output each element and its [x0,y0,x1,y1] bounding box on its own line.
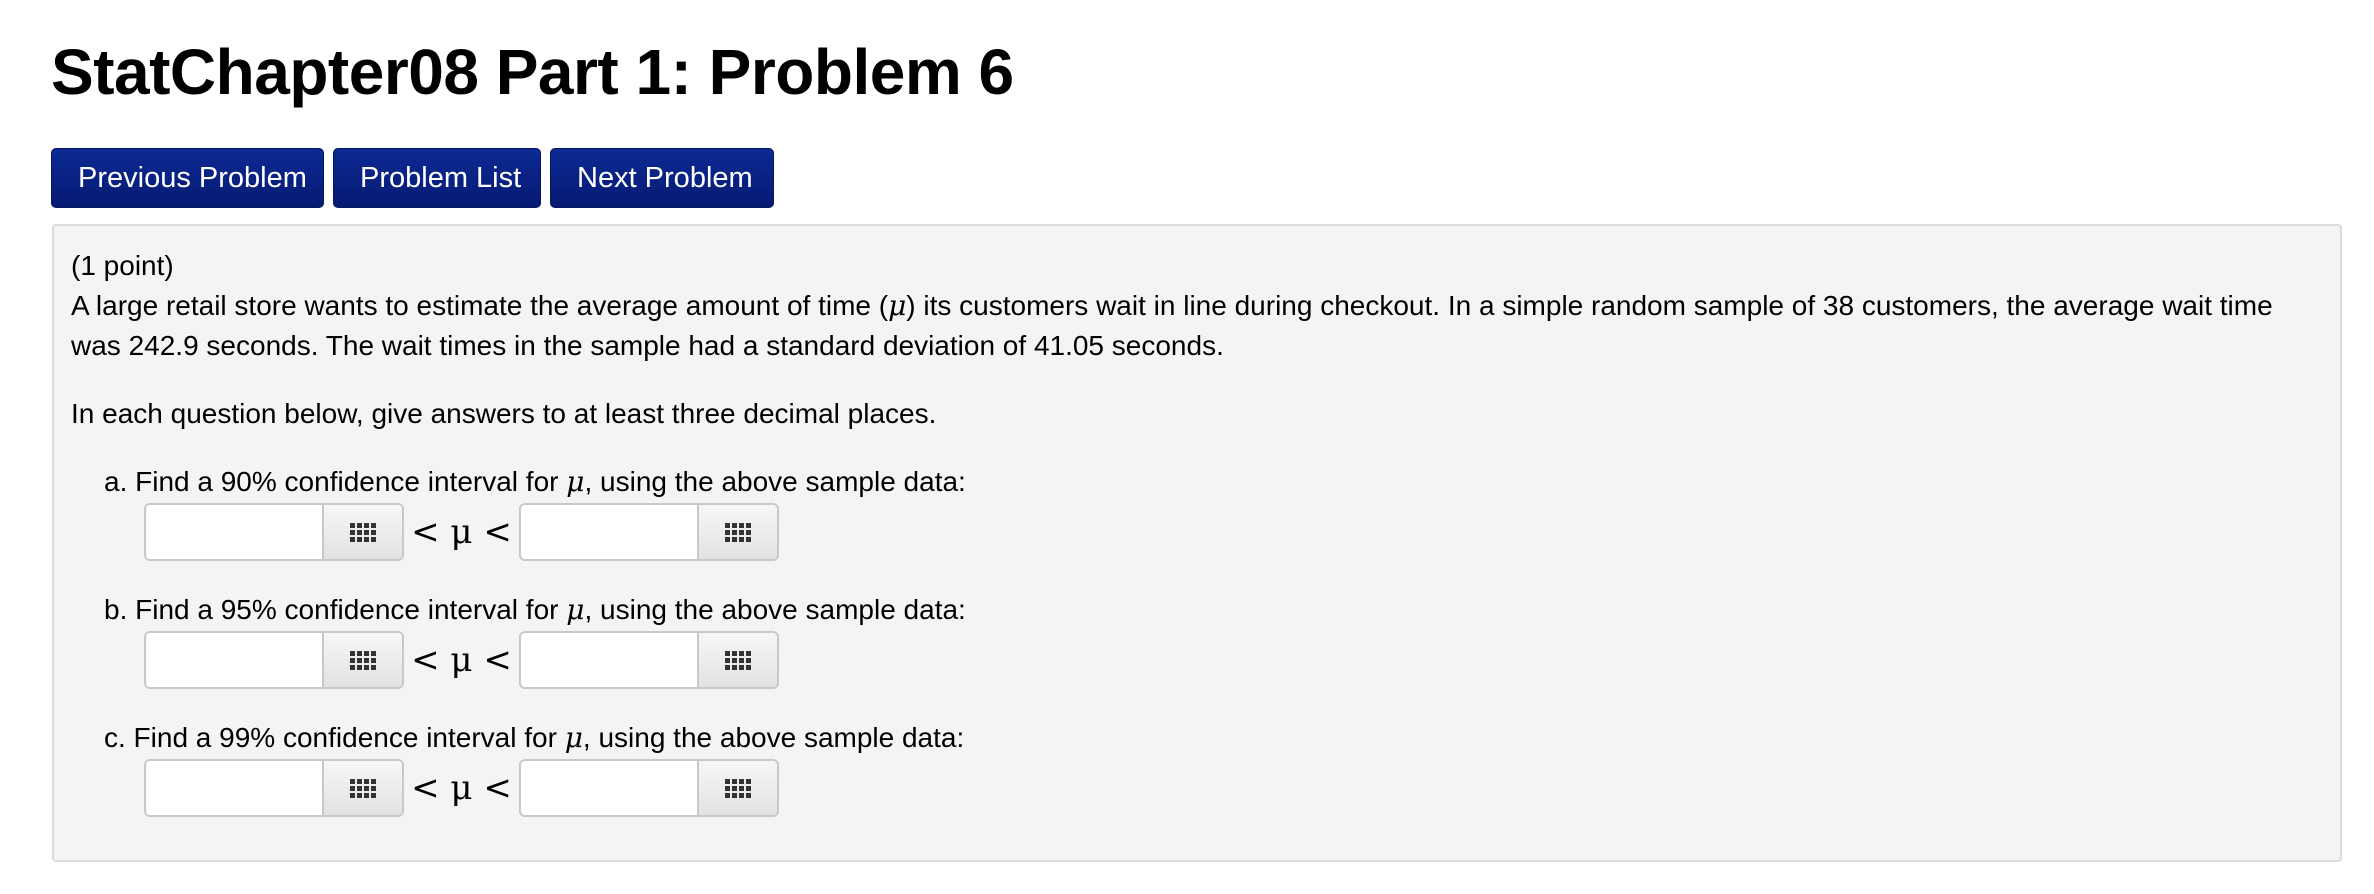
question-b-answer-row: < μ < [144,631,779,689]
question-label-text: a. Find a 90% confidence interval for [104,466,567,497]
question-c-label: c. Find a 99% confidence interval for μ,… [104,718,964,758]
problem-page: StatChapter08 Part 1: Problem 6 Previous… [0,0,2374,894]
keypad-grid-icon [725,650,751,670]
problem-navigation: Previous Problem Problem List Next Probl… [51,148,774,208]
page-title: StatChapter08 Part 1: Problem 6 [51,36,1014,108]
question-a-upper-bound-input[interactable] [521,505,697,559]
inequality-text: < μ < [411,512,512,552]
inequality-text: < μ < [411,768,512,808]
lower-bound-group [144,631,404,689]
question-label-text: , using the above sample data: [584,594,966,625]
next-problem-button[interactable]: Next Problem [550,148,774,208]
question-a-label: a. Find a 90% confidence interval for μ,… [104,462,966,502]
question-b-label: b. Find a 95% confidence interval for μ,… [104,590,966,630]
question-a-lower-bound-input[interactable] [146,505,322,559]
question-b-lower-bound-input[interactable] [146,633,322,687]
question-c-answer-row: < μ < [144,759,779,817]
keypad-grid-icon [725,522,751,542]
upper-bound-group [519,759,779,817]
question-c-upper-bound-input[interactable] [521,761,697,815]
question-a-answer-row: < μ < [144,503,779,561]
keypad-grid-icon [350,778,376,798]
problem-intro-line-2: was 242.9 seconds. The wait times in the… [71,330,1224,361]
keypad-grid-icon [725,778,751,798]
question-label-text: , using the above sample data: [584,466,966,497]
equation-editor-button[interactable] [697,505,777,559]
previous-problem-button[interactable]: Previous Problem [51,148,324,208]
question-label-text: , using the above sample data: [582,722,965,753]
keypad-grid-icon [350,650,376,670]
equation-editor-button[interactable] [697,633,777,687]
question-label-text: c. Find a 99% confidence interval for [104,722,565,753]
mu-symbol: μ [566,465,585,498]
mu-symbol: μ [566,593,585,626]
problem-instructions: In each question below, give answers to … [71,398,937,429]
intro-text-after-mu: ) its customers wait in line during chec… [906,290,2273,321]
mu-symbol: μ [564,721,583,754]
equation-editor-button[interactable] [697,761,777,815]
lower-bound-group [144,503,404,561]
problem-points: (1 point) [71,250,174,281]
question-label-text: b. Find a 95% confidence interval for [104,594,567,625]
equation-editor-button[interactable] [322,633,402,687]
question-c-lower-bound-input[interactable] [146,761,322,815]
equation-editor-button[interactable] [322,761,402,815]
problem-list-button[interactable]: Problem List [333,148,541,208]
equation-editor-button[interactable] [322,505,402,559]
upper-bound-group [519,503,779,561]
keypad-grid-icon [350,522,376,542]
problem-panel: (1 point) A large retail store wants to … [52,224,2342,862]
problem-intro-line-1: A large retail store wants to estimate t… [71,286,2273,326]
lower-bound-group [144,759,404,817]
mu-symbol: μ [888,289,907,322]
question-b-upper-bound-input[interactable] [521,633,697,687]
intro-text-before-mu: A large retail store wants to estimate t… [71,290,889,321]
upper-bound-group [519,631,779,689]
inequality-text: < μ < [411,640,512,680]
